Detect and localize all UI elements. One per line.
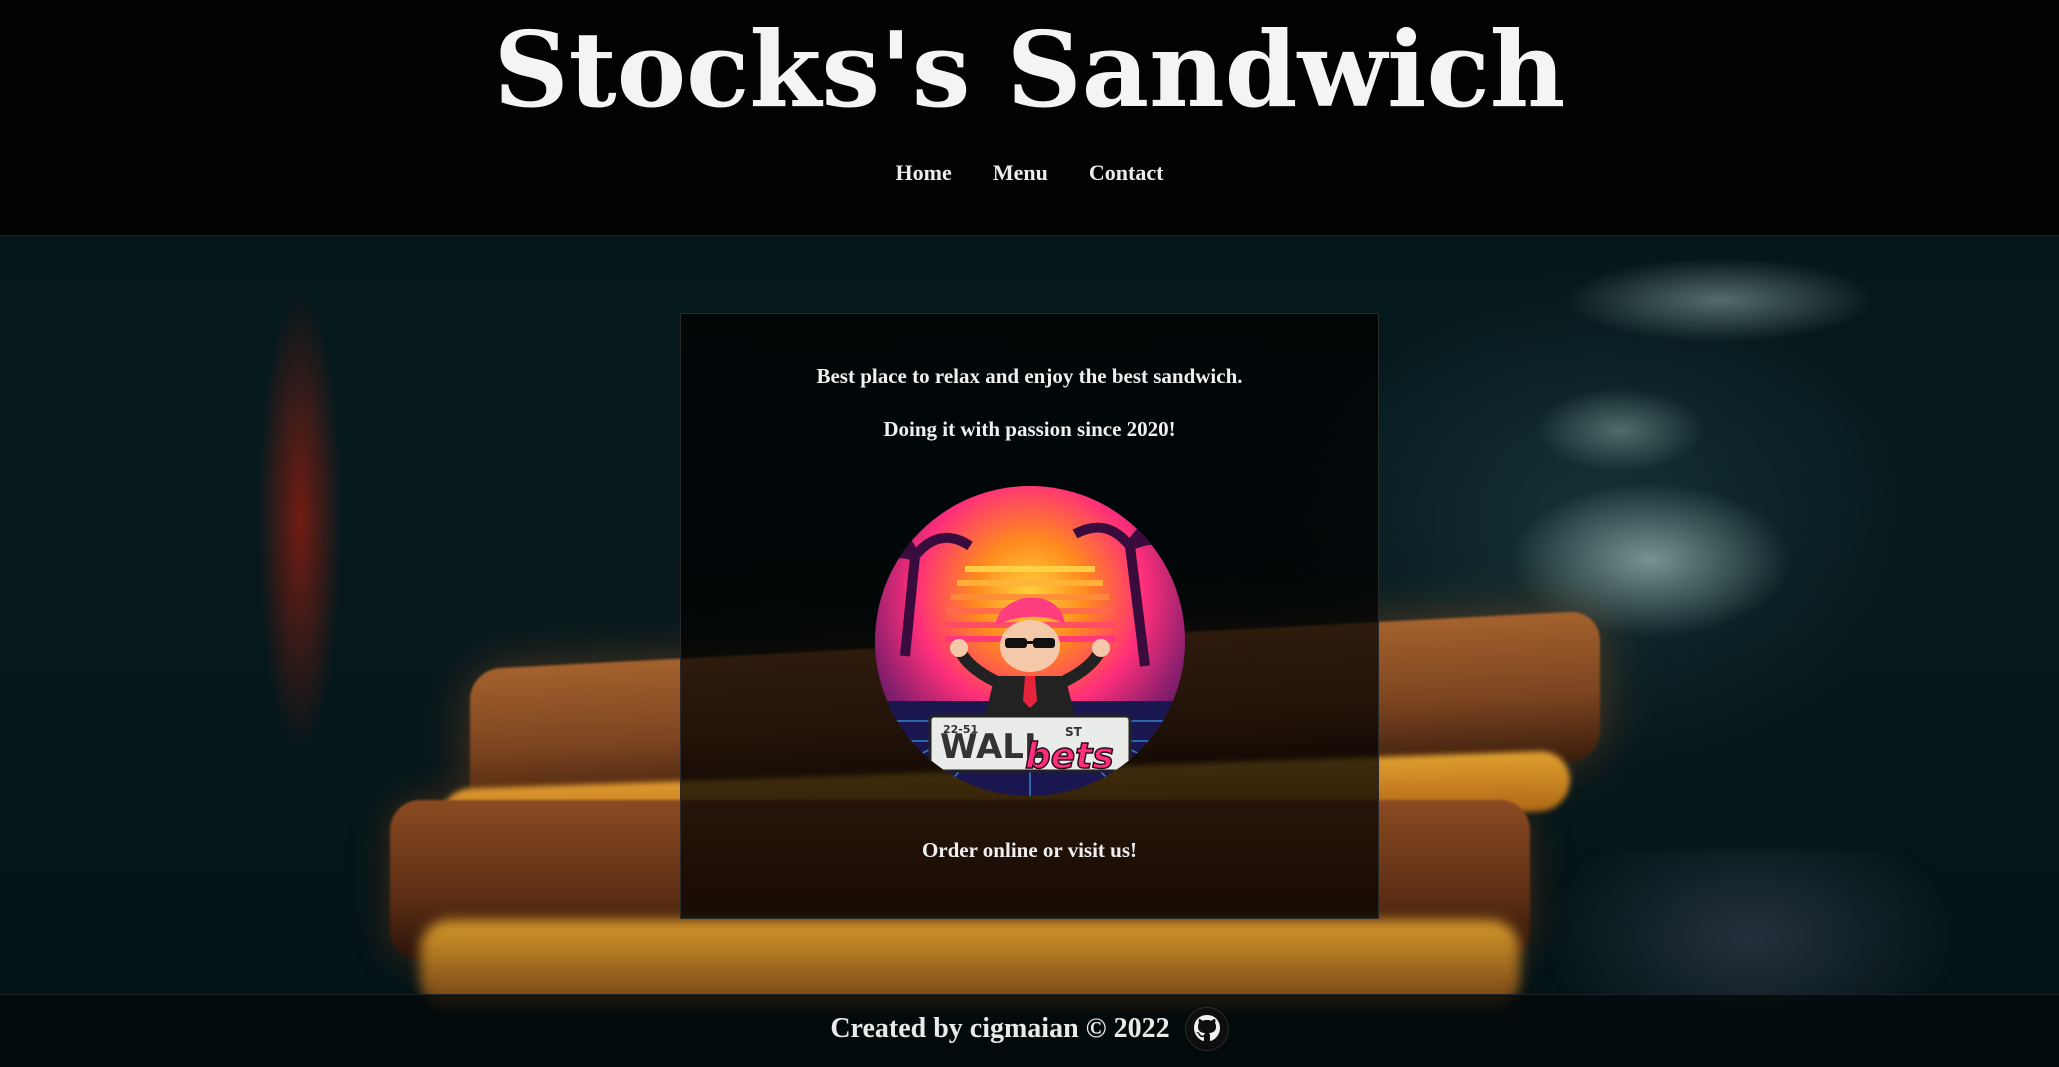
logo-number-text: 22-51	[943, 723, 978, 736]
logo-graphic: WALL ST 22-51 bets	[875, 508, 1185, 796]
tagline: Best place to relax and enjoy the best s…	[816, 364, 1243, 388]
github-icon[interactable]	[1184, 1007, 1229, 1051]
order-text: Order online or visit us!	[921, 838, 1138, 862]
intro-card: Best place to relax and enjoy the best s…	[680, 313, 1379, 919]
nav-link-home[interactable]: Home	[896, 160, 952, 186]
main-nav: Home Menu Contact	[0, 160, 2059, 186]
logo-bets-text: bets	[1025, 736, 1114, 777]
since-text: Doing it with passion since 2020!	[883, 417, 1176, 441]
wallstreetbets-logo: WALL ST 22-51 bets	[875, 486, 1185, 796]
footer-content: Created by cigmaian © 2022	[0, 1007, 2059, 1051]
site-title: Stocks's Sandwich	[493, 8, 1566, 131]
nav-link-menu[interactable]: Menu	[993, 160, 1048, 186]
page: Stocks's Sandwich Home Menu Contact Best…	[0, 0, 2059, 1067]
nav-link-contact[interactable]: Contact	[1089, 160, 1164, 186]
site-header: Stocks's Sandwich Home Menu Contact	[0, 0, 2059, 236]
github-icon-graphic	[1193, 1015, 1220, 1041]
site-footer: Created by cigmaian © 2022	[0, 994, 2059, 1067]
footer-credit: Created by cigmaian © 2022	[830, 1013, 1170, 1044]
